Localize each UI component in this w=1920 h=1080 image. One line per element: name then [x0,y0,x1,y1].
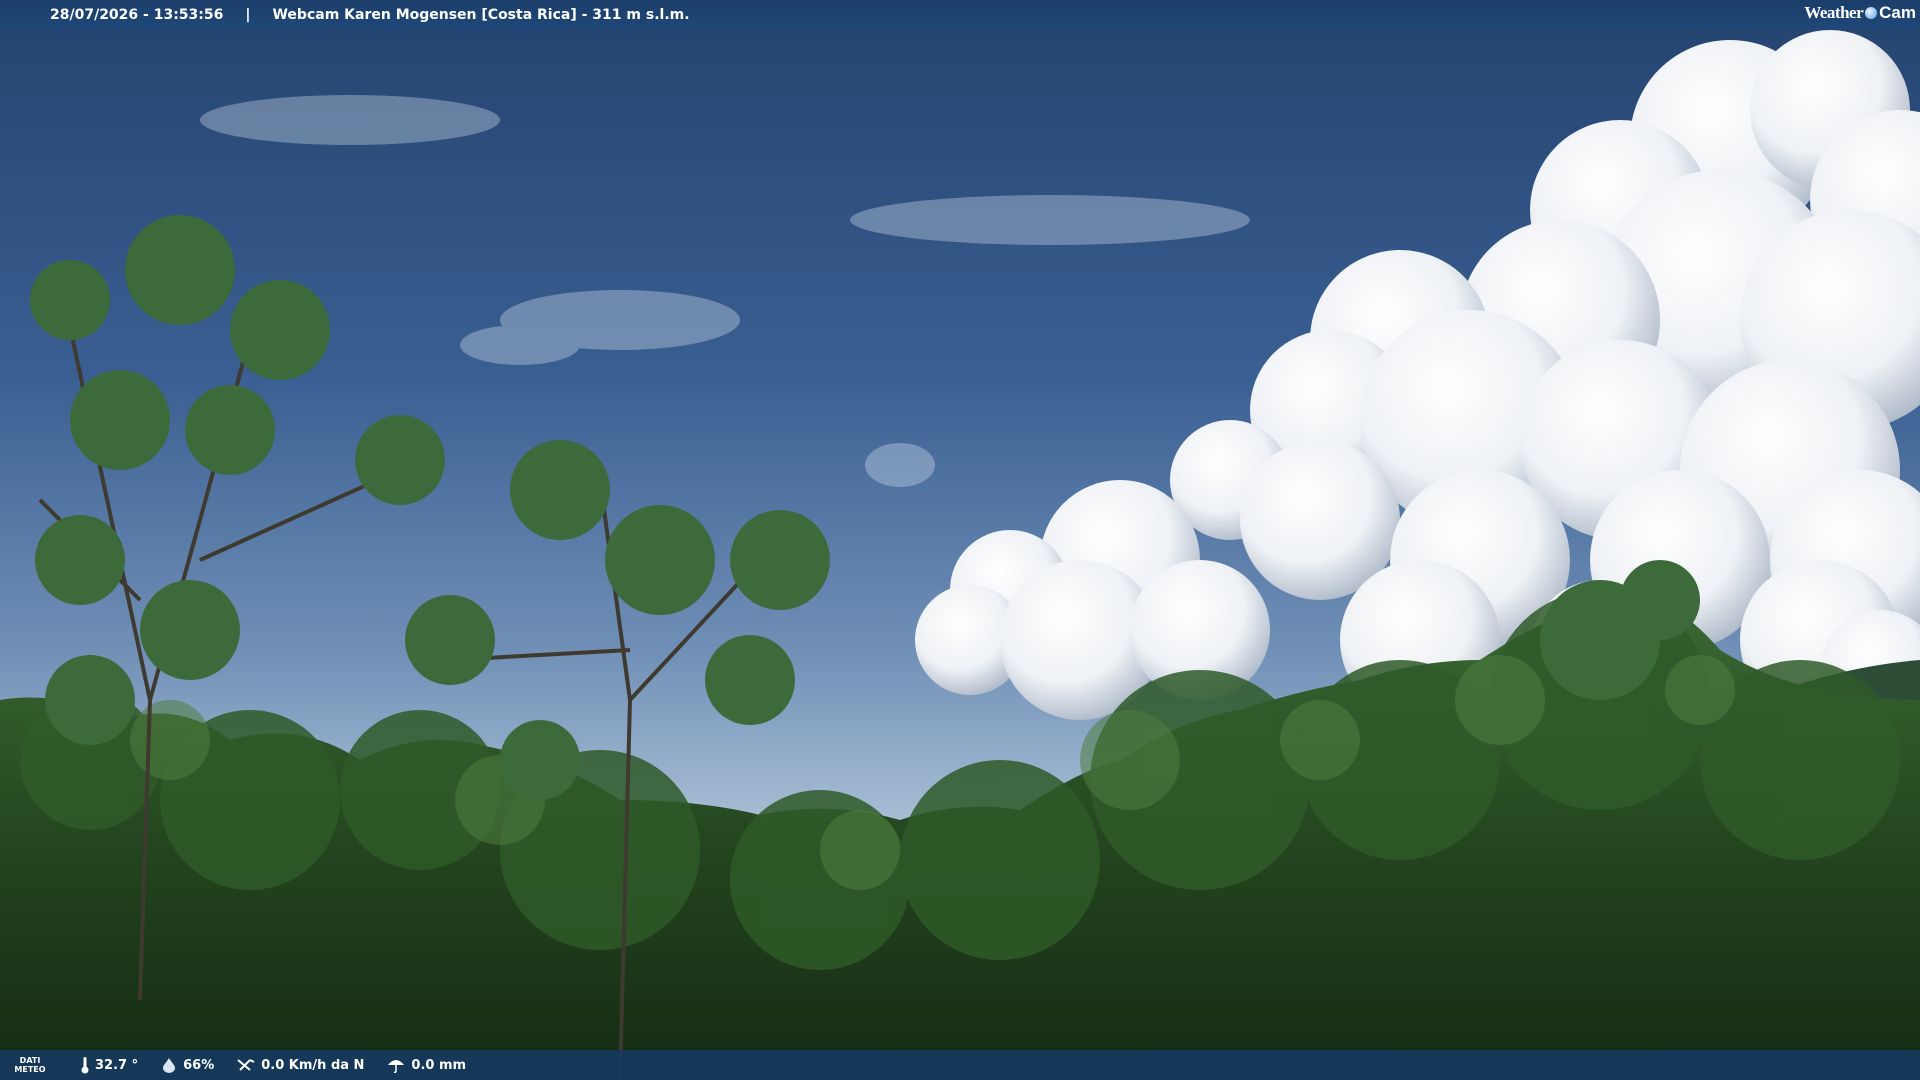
temperature-value: 32.7 ° [95,1057,139,1073]
humidity-value: 66% [183,1057,215,1073]
wind-icon [237,1059,255,1071]
dati-meteo-label: DATI METEO [14,1056,46,1074]
webcam-title: Webcam Karen Mogensen [Costa Rica] - 311… [272,6,690,23]
brand-right: Cam [1879,3,1916,22]
header-bar: 28/07/2026 - 13:53:56 | Webcam Karen Mog… [0,0,1920,29]
humidity-icon [163,1058,176,1073]
thermometer-icon [81,1057,89,1074]
humidity-reading: 66% [160,1057,214,1073]
temperature-reading: 32.7 ° [80,1056,138,1074]
wind-reading: 0.0 Km/h da N [236,1057,364,1073]
weathercam-logo: Weather Cam [1804,3,1916,23]
wind-value: 0.0 Km/h da N [261,1057,365,1073]
weather-data-bar: DATI METEO 32.7 ° 66% 0.0 Km/h da N 0.0 … [0,1050,1920,1080]
globe-icon [1865,7,1878,19]
header-separator: | [245,6,251,23]
rain-value: 0.0 mm [411,1057,467,1073]
rain-icon [388,1060,405,1073]
brand-left: Weather [1804,3,1864,22]
datetime: 28/07/2026 - 13:53:56 [50,6,224,23]
rain-reading: 0.0 mm [386,1057,466,1073]
webcam-image [0,0,1920,1080]
